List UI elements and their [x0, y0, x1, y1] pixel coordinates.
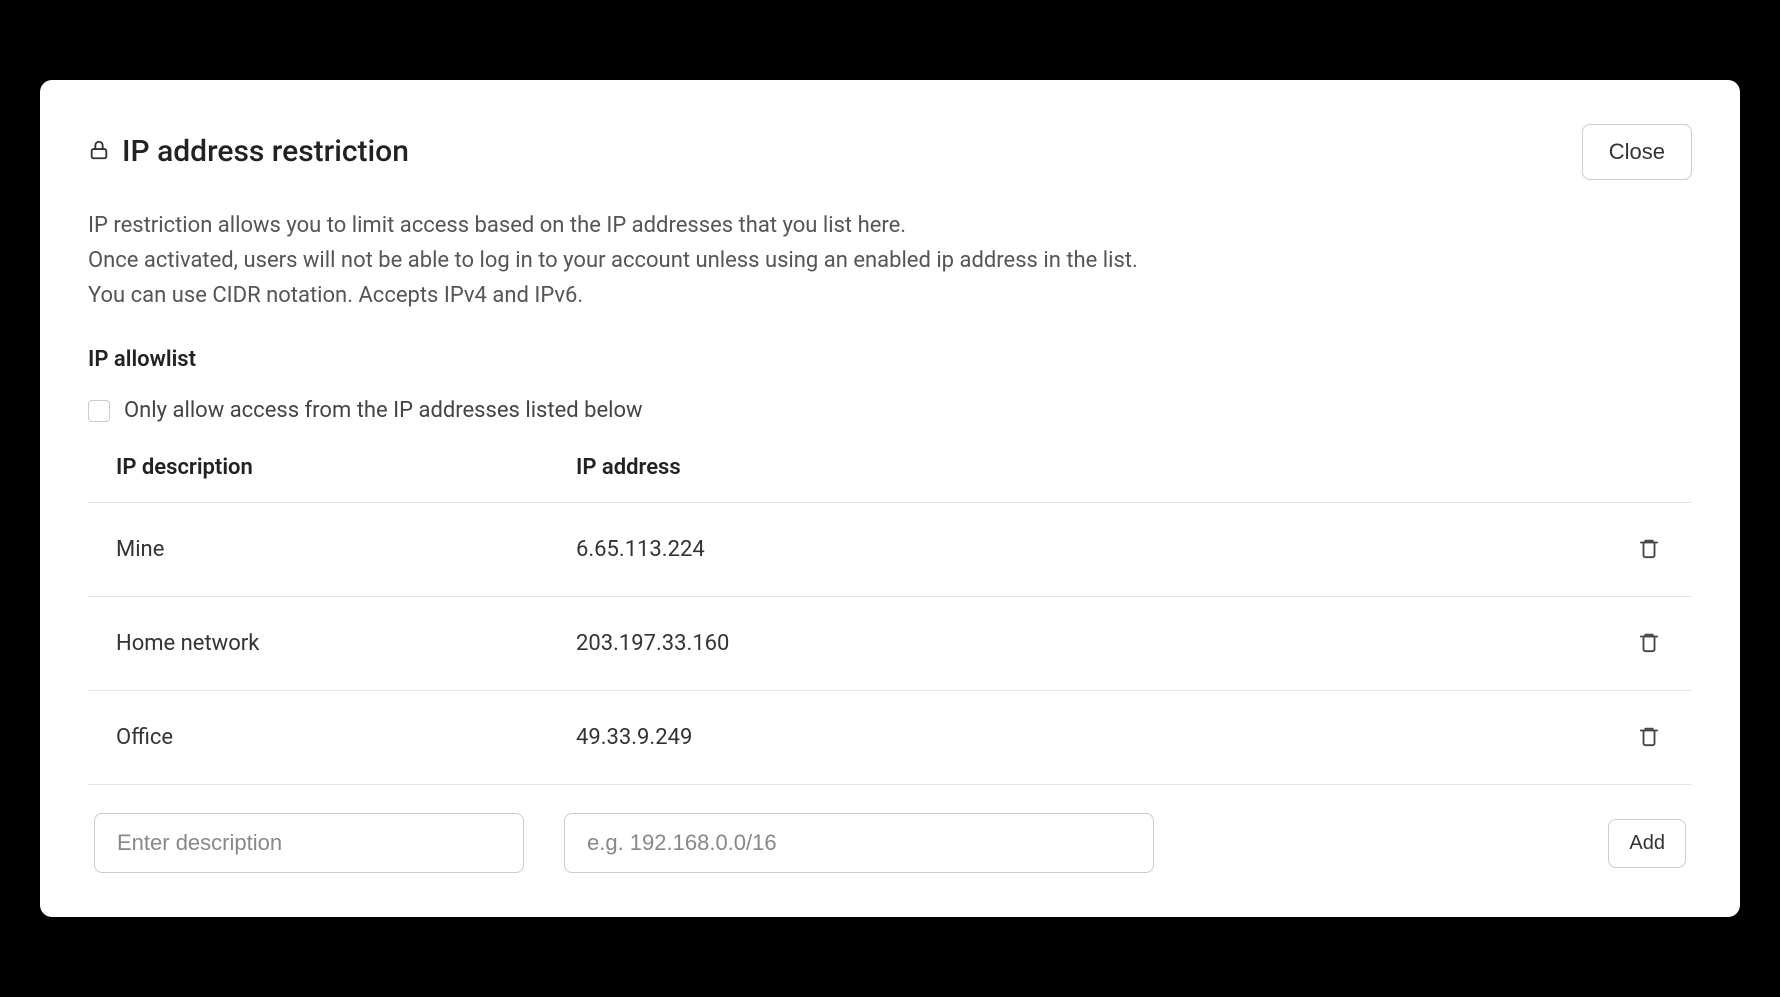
table-header: IP description IP address: [88, 455, 1692, 503]
delete-row-button[interactable]: [1634, 721, 1664, 754]
cell-description: Office: [116, 725, 576, 750]
table-row: Mine 6.65.113.224: [88, 503, 1692, 597]
column-header-address: IP address: [576, 455, 1604, 480]
allowlist-enable-label: Only allow access from the IP addresses …: [124, 398, 643, 423]
description-line: Once activated, users will not be able t…: [88, 243, 1692, 278]
table-row: Home network 203.197.33.160: [88, 597, 1692, 691]
allowlist-section-label: IP allowlist: [88, 347, 1692, 372]
description-line: You can use CIDR notation. Accepts IPv4 …: [88, 278, 1692, 313]
title-wrap: IP address restriction: [88, 134, 409, 169]
cell-description: Home network: [116, 631, 576, 656]
cell-description: Mine: [116, 537, 576, 562]
trash-icon: [1638, 641, 1660, 656]
lock-icon: [88, 139, 110, 165]
address-input[interactable]: [564, 813, 1154, 873]
modal-header: IP address restriction Close: [88, 124, 1692, 180]
cell-address: 203.197.33.160: [576, 631, 1604, 656]
add-entry-form: Add: [88, 785, 1692, 873]
table-row: Office 49.33.9.249: [88, 691, 1692, 785]
modal-title: IP address restriction: [122, 134, 409, 169]
ip-restriction-modal: IP address restriction Close IP restrict…: [40, 80, 1740, 918]
delete-row-button[interactable]: [1634, 533, 1664, 566]
description-line: IP restriction allows you to limit acces…: [88, 208, 1692, 243]
column-header-description: IP description: [116, 455, 576, 480]
close-button[interactable]: Close: [1582, 124, 1692, 180]
allowlist-enable-row: Only allow access from the IP addresses …: [88, 398, 1692, 423]
allowlist-enable-checkbox[interactable]: [88, 400, 110, 422]
cell-address: 6.65.113.224: [576, 537, 1604, 562]
add-button[interactable]: Add: [1608, 819, 1686, 868]
column-header-action: [1604, 455, 1664, 480]
cell-address: 49.33.9.249: [576, 725, 1604, 750]
trash-icon: [1638, 547, 1660, 562]
delete-row-button[interactable]: [1634, 627, 1664, 660]
trash-icon: [1638, 735, 1660, 750]
description-input[interactable]: [94, 813, 524, 873]
allowlist-table: IP description IP address Mine 6.65.113.…: [88, 455, 1692, 785]
modal-description: IP restriction allows you to limit acces…: [88, 208, 1692, 314]
